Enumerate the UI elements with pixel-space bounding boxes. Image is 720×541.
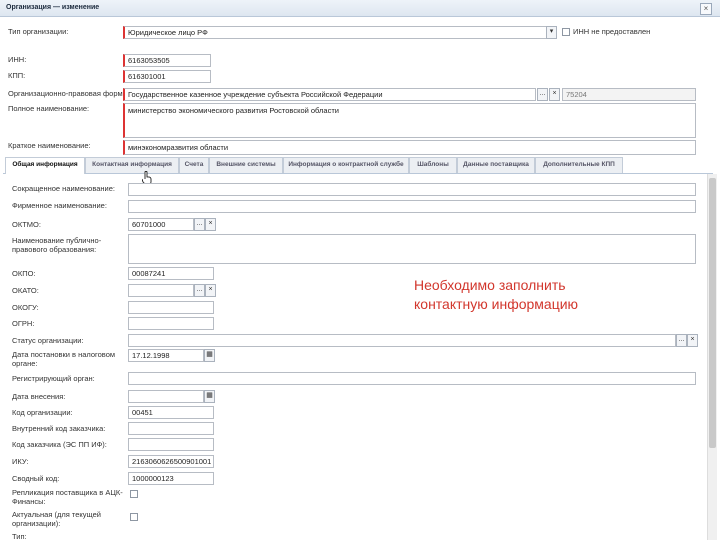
inn-value: 6163053505 [128,56,170,65]
okpo-label: ОКПО: [12,269,36,278]
reg-date-label: Дата внесения: [12,392,66,401]
no-inn-label: ИНН не предоставлен [573,27,651,36]
okogu-field[interactable] [128,301,214,314]
reg-date-field[interactable] [128,390,204,403]
internal-code-field[interactable] [128,422,214,435]
kpp-value: 616301001 [128,72,166,81]
status-field[interactable] [128,334,676,347]
firm-name-field[interactable] [128,200,696,213]
actual-checkbox[interactable] [130,513,138,521]
okpo-field[interactable]: 00087241 [128,267,214,280]
public-entity-label: Наименование публично-правового образова… [12,236,102,254]
public-entity-textarea[interactable] [128,234,696,264]
iku-label: ИКУ: [12,457,29,466]
status-pick-button[interactable]: ... [676,334,687,347]
org-code-value: 00451 [132,408,153,417]
short-name-value: минэкономразвития области [128,143,229,152]
kpp-field[interactable]: 616301001 [123,70,211,83]
full-name-label: Полное наименование: [8,104,90,113]
org-code-label: Код организации: [12,408,73,417]
legal-form-code: 75204 [566,90,587,99]
legal-form-label: Организационно-правовая форма: [8,89,129,98]
legal-form-value: Государственное казенное учреждение субъ… [128,90,383,99]
tab-accounts[interactable]: Счета [179,157,209,173]
oktmo-clear-icon[interactable]: × [205,218,216,231]
full-name-value: министерство экономического развития Рос… [128,106,339,115]
kpp-label: КПП: [8,71,26,80]
tax-date-field[interactable]: 17.12.1998 [128,349,204,362]
oktmo-label: ОКТМО: [12,220,41,229]
status-label: Статус организации: [12,336,84,345]
reg-organ-label: Регистрирующий орган: [12,374,95,383]
full-name-textarea[interactable]: министерство экономического развития Рос… [123,103,696,138]
calendar-icon[interactable]: ▦ [204,349,215,362]
okato-field[interactable] [128,284,194,297]
okpo-value: 00087241 [132,269,166,278]
tab-additional-kpp[interactable]: Дополнительные КПП [535,157,623,173]
reg-organ-field[interactable] [128,372,696,385]
tab-contract-service[interactable]: Информация о контрактной службе [283,157,409,173]
sv-code-value: 1000000123 [132,474,174,483]
legal-form-pick-button[interactable]: ... [537,88,548,101]
vertical-scrollbar[interactable] [707,174,717,540]
org-type-label: Тип организации: [8,27,69,36]
inn-field[interactable]: 6163053505 [123,54,211,67]
window-titlebar: Организация — изменение × [0,0,720,17]
tab-contact[interactable]: Контактная информация [85,157,179,173]
customer-code-field[interactable] [128,438,214,451]
tab-general[interactable]: Общая информация [5,157,85,174]
annotation-note: Необходимо заполнить контактную информац… [414,277,579,312]
okogu-label: ОКОГУ: [12,303,39,312]
legal-form-field[interactable]: Государственное казенное учреждение субъ… [123,88,536,101]
abbr-name-label: Сокращенное наименование: [12,184,115,193]
okato-clear-icon[interactable]: × [205,284,216,297]
oktmo-value: 60701000 [132,220,166,229]
status-clear-icon[interactable]: × [687,334,698,347]
tax-date-value: 17.12.1998 [132,351,170,360]
close-icon[interactable]: × [700,3,712,15]
no-inn-checkbox[interactable] [562,28,570,36]
oktmo-field[interactable]: 60701000 [128,218,194,231]
tab-supplier-data[interactable]: Данные поставщика [457,157,535,173]
short-name-field[interactable]: минэкономразвития области [123,140,696,155]
window-title: Организация — изменение [6,4,100,11]
short-name-label: Краткое наименование: [8,141,91,150]
ogrn-label: ОГРН: [12,319,35,328]
firm-name-label: Фирменное наименование: [12,201,107,210]
okato-pick-button[interactable]: ... [194,284,205,297]
ogrn-field[interactable] [128,317,214,330]
tab-bar: Общая информация Контактная информация С… [3,157,713,174]
legal-form-clear-icon[interactable]: × [549,88,560,101]
okato-label: ОКАТО: [12,286,39,295]
customer-code-label: Код заказчика (ЭС ПП ИФ): [12,440,107,449]
actual-label: Актуальная (для текущей организации): [12,510,101,528]
iku-value: 2163060626500901001 [132,457,212,466]
replication-checkbox[interactable] [130,490,138,498]
inn-label: ИНН: [8,55,27,64]
calendar-icon[interactable]: ▦ [204,390,215,403]
tax-date-label: Дата постановки в налоговом органе: [12,350,116,368]
tab-external-systems[interactable]: Внешние системы [209,157,283,173]
org-type-value: Юридическое лицо РФ [128,28,208,37]
internal-code-label: Внутренний код заказчика: [12,424,106,433]
legal-form-code-field: 75204 [562,88,696,101]
sv-code-field[interactable]: 1000000123 [128,472,214,485]
tab-templates[interactable]: Шаблоны [409,157,457,173]
iku-field[interactable]: 2163060626500901001 [128,455,214,468]
chevron-down-icon[interactable]: ▾ [546,26,557,39]
abbr-name-field[interactable] [128,183,696,196]
org-code-field[interactable]: 00451 [128,406,214,419]
replication-label: Репликация поставщика в АЦК-Финансы: [12,488,123,506]
scrollbar-thumb[interactable] [709,178,716,448]
sv-code-label: Сводный код: [12,474,60,483]
org-type-select[interactable]: Юридическое лицо РФ [123,26,557,39]
oktmo-pick-button[interactable]: ... [194,218,205,231]
